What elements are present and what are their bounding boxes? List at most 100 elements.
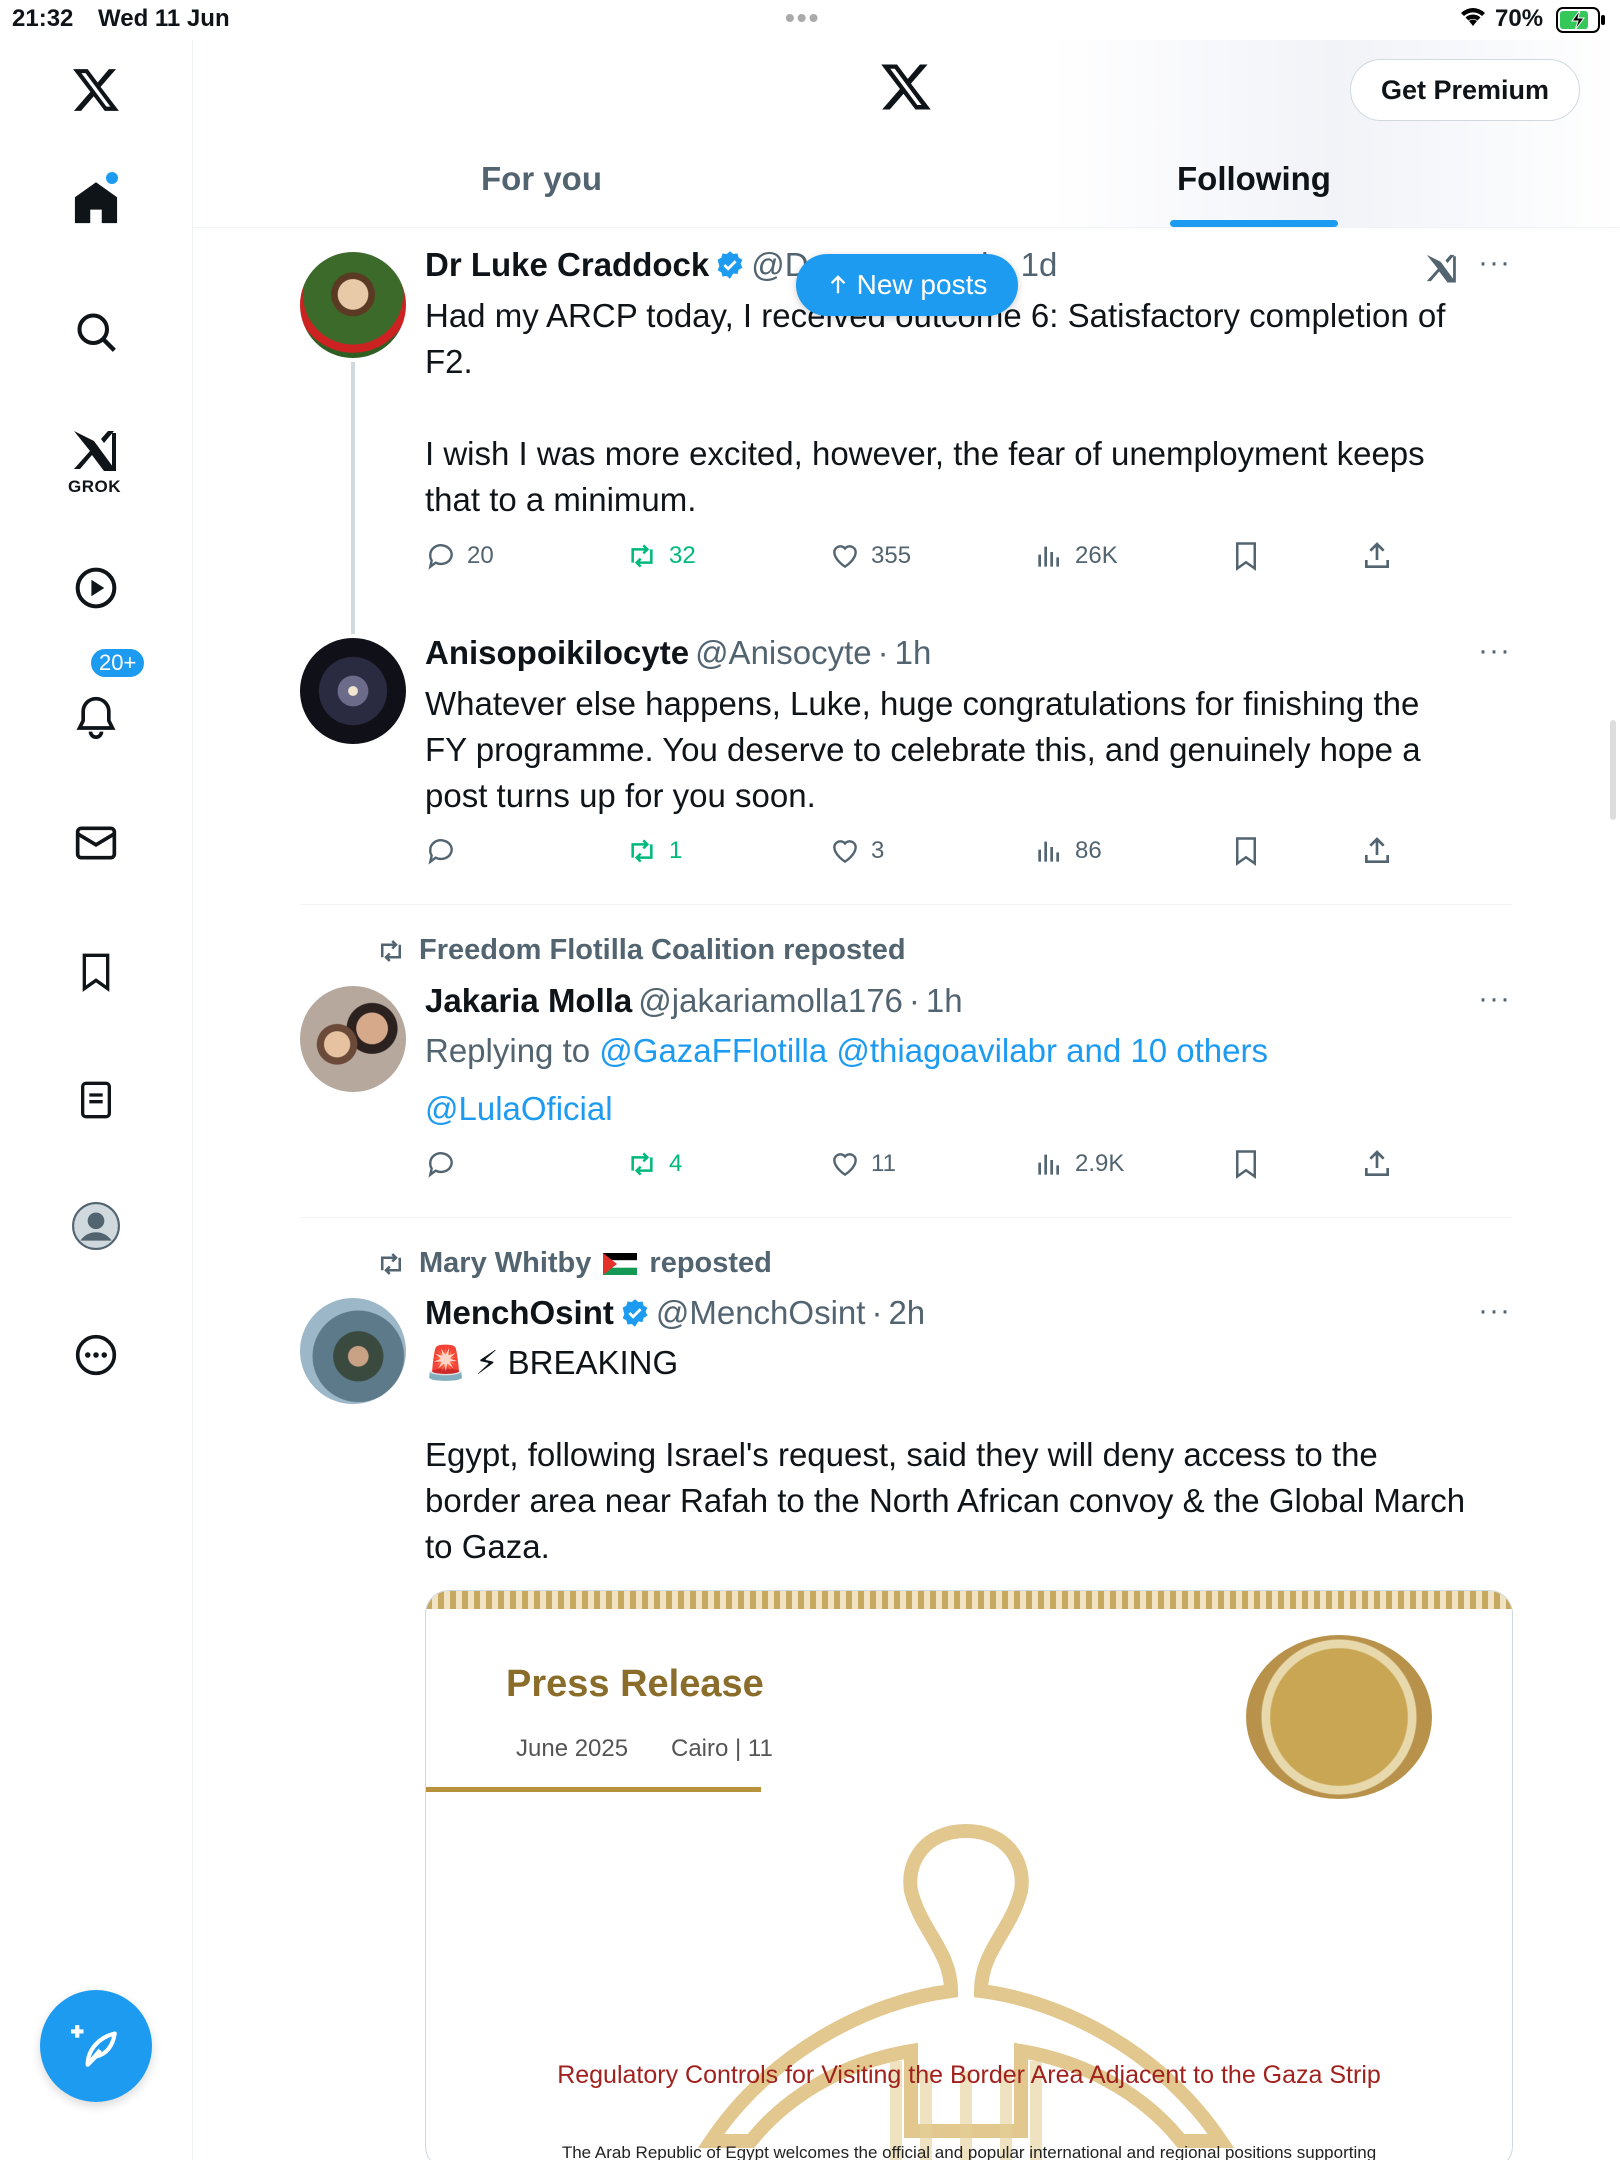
repost-context: Freedom Flotilla Coalition reposted — [375, 934, 906, 967]
author-name[interactable]: Jakaria Molla — [425, 982, 632, 1020]
messages-mail-icon[interactable] — [56, 803, 136, 883]
tab-following[interactable]: Following — [1177, 160, 1331, 198]
bookmark-icon[interactable] — [1231, 540, 1261, 572]
repost-button[interactable]: 4 — [625, 1148, 682, 1180]
compose-post-button[interactable] — [40, 1990, 152, 2102]
decorative-border — [426, 1591, 1512, 1609]
replying-to-handles[interactable]: @GazaFFlotilla @thiagoavilabr and 10 oth… — [599, 1032, 1268, 1069]
media-image[interactable]: Press Release June 2025 Cairo | 11 Regul… — [425, 1590, 1513, 2160]
video-play-icon[interactable] — [56, 548, 136, 628]
post-divider — [300, 1217, 1512, 1218]
post-header: Anisopoikilocyte @Anisocyte · 1h — [425, 634, 932, 672]
home-icon[interactable] — [56, 162, 136, 242]
x-logo-icon[interactable] — [879, 62, 933, 117]
avatar[interactable] — [300, 252, 406, 358]
more-options-icon[interactable]: ··· — [1478, 982, 1511, 1016]
tab-for-you[interactable]: For you — [481, 160, 602, 198]
author-handle[interactable]: @MenchOsint — [656, 1294, 866, 1332]
author-name[interactable]: Anisopoikilocyte — [425, 634, 689, 672]
post-header: MenchOsint @MenchOsint · 2h — [425, 1294, 926, 1332]
heart-icon — [833, 545, 857, 569]
views-button[interactable]: 26K — [1033, 540, 1118, 572]
more-options-icon[interactable] — [56, 1315, 136, 1395]
view-count: 86 — [1075, 837, 1102, 864]
author-handle[interactable]: @Anisocyte — [695, 634, 872, 672]
author-name[interactable]: Dr Luke Craddock — [425, 246, 709, 284]
like-count: 355 — [871, 542, 912, 569]
repost-icon — [381, 1252, 401, 1275]
bookmark-icon[interactable] — [1231, 1148, 1261, 1180]
notifications-bell-icon[interactable] — [56, 677, 136, 757]
repost-button[interactable]: 32 — [625, 540, 696, 572]
share-icon[interactable] — [1361, 835, 1393, 867]
repost-icon — [631, 544, 653, 568]
avatar[interactable] — [300, 986, 406, 1092]
repost-count: 1 — [669, 837, 683, 864]
like-button[interactable]: 11 — [829, 1148, 896, 1180]
reply-icon — [428, 1152, 453, 1178]
grok-post-icon[interactable] — [1424, 250, 1460, 291]
views-button[interactable]: 2.9K — [1033, 1148, 1124, 1180]
more-options-icon[interactable]: ··· — [1478, 246, 1511, 280]
like-button[interactable]: 3 — [829, 835, 884, 867]
post-header: Jakaria Molla @jakariamolla176 · 1h — [425, 982, 963, 1020]
author-name[interactable]: MenchOsint — [425, 1294, 614, 1332]
post-time[interactable]: 1h — [895, 634, 932, 672]
press-release-title: Press Release — [506, 1663, 764, 1705]
like-button[interactable]: 355 — [829, 540, 911, 572]
multitasking-dots-icon[interactable]: ••• — [785, 2, 820, 34]
notifications-badge: 20+ — [88, 646, 148, 680]
reply-button[interactable]: 20 — [425, 540, 494, 572]
press-release-text: The Arab Republic of Egypt welcomes the … — [561, 2143, 1377, 2160]
arrow-up-icon — [830, 275, 845, 294]
new-posts-button[interactable]: New posts — [796, 254, 1018, 316]
verified-badge-icon — [717, 251, 743, 279]
like-count: 11 — [871, 1150, 896, 1177]
bookmarks-icon[interactable] — [56, 932, 136, 1012]
avatar[interactable] — [300, 638, 406, 744]
post-time[interactable]: 1h — [926, 982, 963, 1020]
repost-count: 4 — [669, 1150, 683, 1177]
reposted-by-name[interactable]: Mary Whitby — [419, 1247, 591, 1280]
profile-avatar-icon[interactable] — [56, 1186, 136, 1266]
views-chart-icon — [1038, 546, 1059, 567]
reply-button[interactable] — [425, 1148, 457, 1180]
views-button[interactable]: 86 — [1033, 835, 1102, 867]
status-date: Wed 11 Jun — [98, 5, 230, 32]
more-options-icon[interactable]: ··· — [1478, 634, 1511, 668]
new-posts-label: New posts — [856, 269, 988, 300]
get-premium-button[interactable]: Get Premium — [1350, 59, 1580, 121]
x-logo-icon[interactable] — [56, 50, 136, 130]
status-bar: 21:32 Wed 11 Jun ••• 70% — [0, 0, 1620, 40]
battery-icon — [1556, 7, 1606, 40]
views-chart-icon — [1038, 841, 1059, 862]
post-text: Whatever else happens, Luke, huge congra… — [425, 685, 1421, 814]
palestine-flag-icon — [603, 1252, 638, 1275]
press-release-heading: Regulatory Controls for Visiting the Bor… — [557, 2061, 1381, 2089]
post-actions: 20 32 355 26K — [425, 540, 1425, 580]
repost-icon — [631, 1152, 653, 1176]
reposted-by[interactable]: Freedom Flotilla Coalition reposted — [419, 934, 906, 967]
search-icon[interactable] — [56, 292, 136, 372]
post-text-headline: 🚨 ⚡ BREAKING — [425, 1344, 679, 1381]
post-time[interactable]: 2h — [888, 1294, 925, 1332]
repost-button[interactable]: 1 — [625, 835, 682, 867]
share-icon[interactable] — [1361, 540, 1393, 572]
author-handle[interactable]: @jakariamolla176 — [638, 982, 903, 1020]
more-options-icon[interactable]: ··· — [1478, 1294, 1511, 1328]
share-icon[interactable] — [1361, 1148, 1393, 1180]
reply-button[interactable] — [425, 835, 457, 867]
thread-line — [351, 362, 355, 634]
scrollbar[interactable] — [1610, 720, 1616, 820]
mention-link[interactable]: @LulaOficial — [425, 1086, 1515, 1132]
active-tab-indicator — [1170, 220, 1338, 227]
reply-icon — [428, 544, 453, 570]
avatar[interactable] — [300, 1298, 406, 1404]
timeline-header: Get Premium For you Following — [193, 40, 1620, 228]
view-count: 2.9K — [1075, 1150, 1125, 1177]
lists-icon[interactable] — [56, 1060, 136, 1140]
reply-icon — [428, 839, 453, 865]
post-time[interactable]: 1d — [1021, 246, 1058, 284]
post-actions: 1 3 86 — [425, 835, 1425, 875]
bookmark-icon[interactable] — [1231, 835, 1261, 867]
